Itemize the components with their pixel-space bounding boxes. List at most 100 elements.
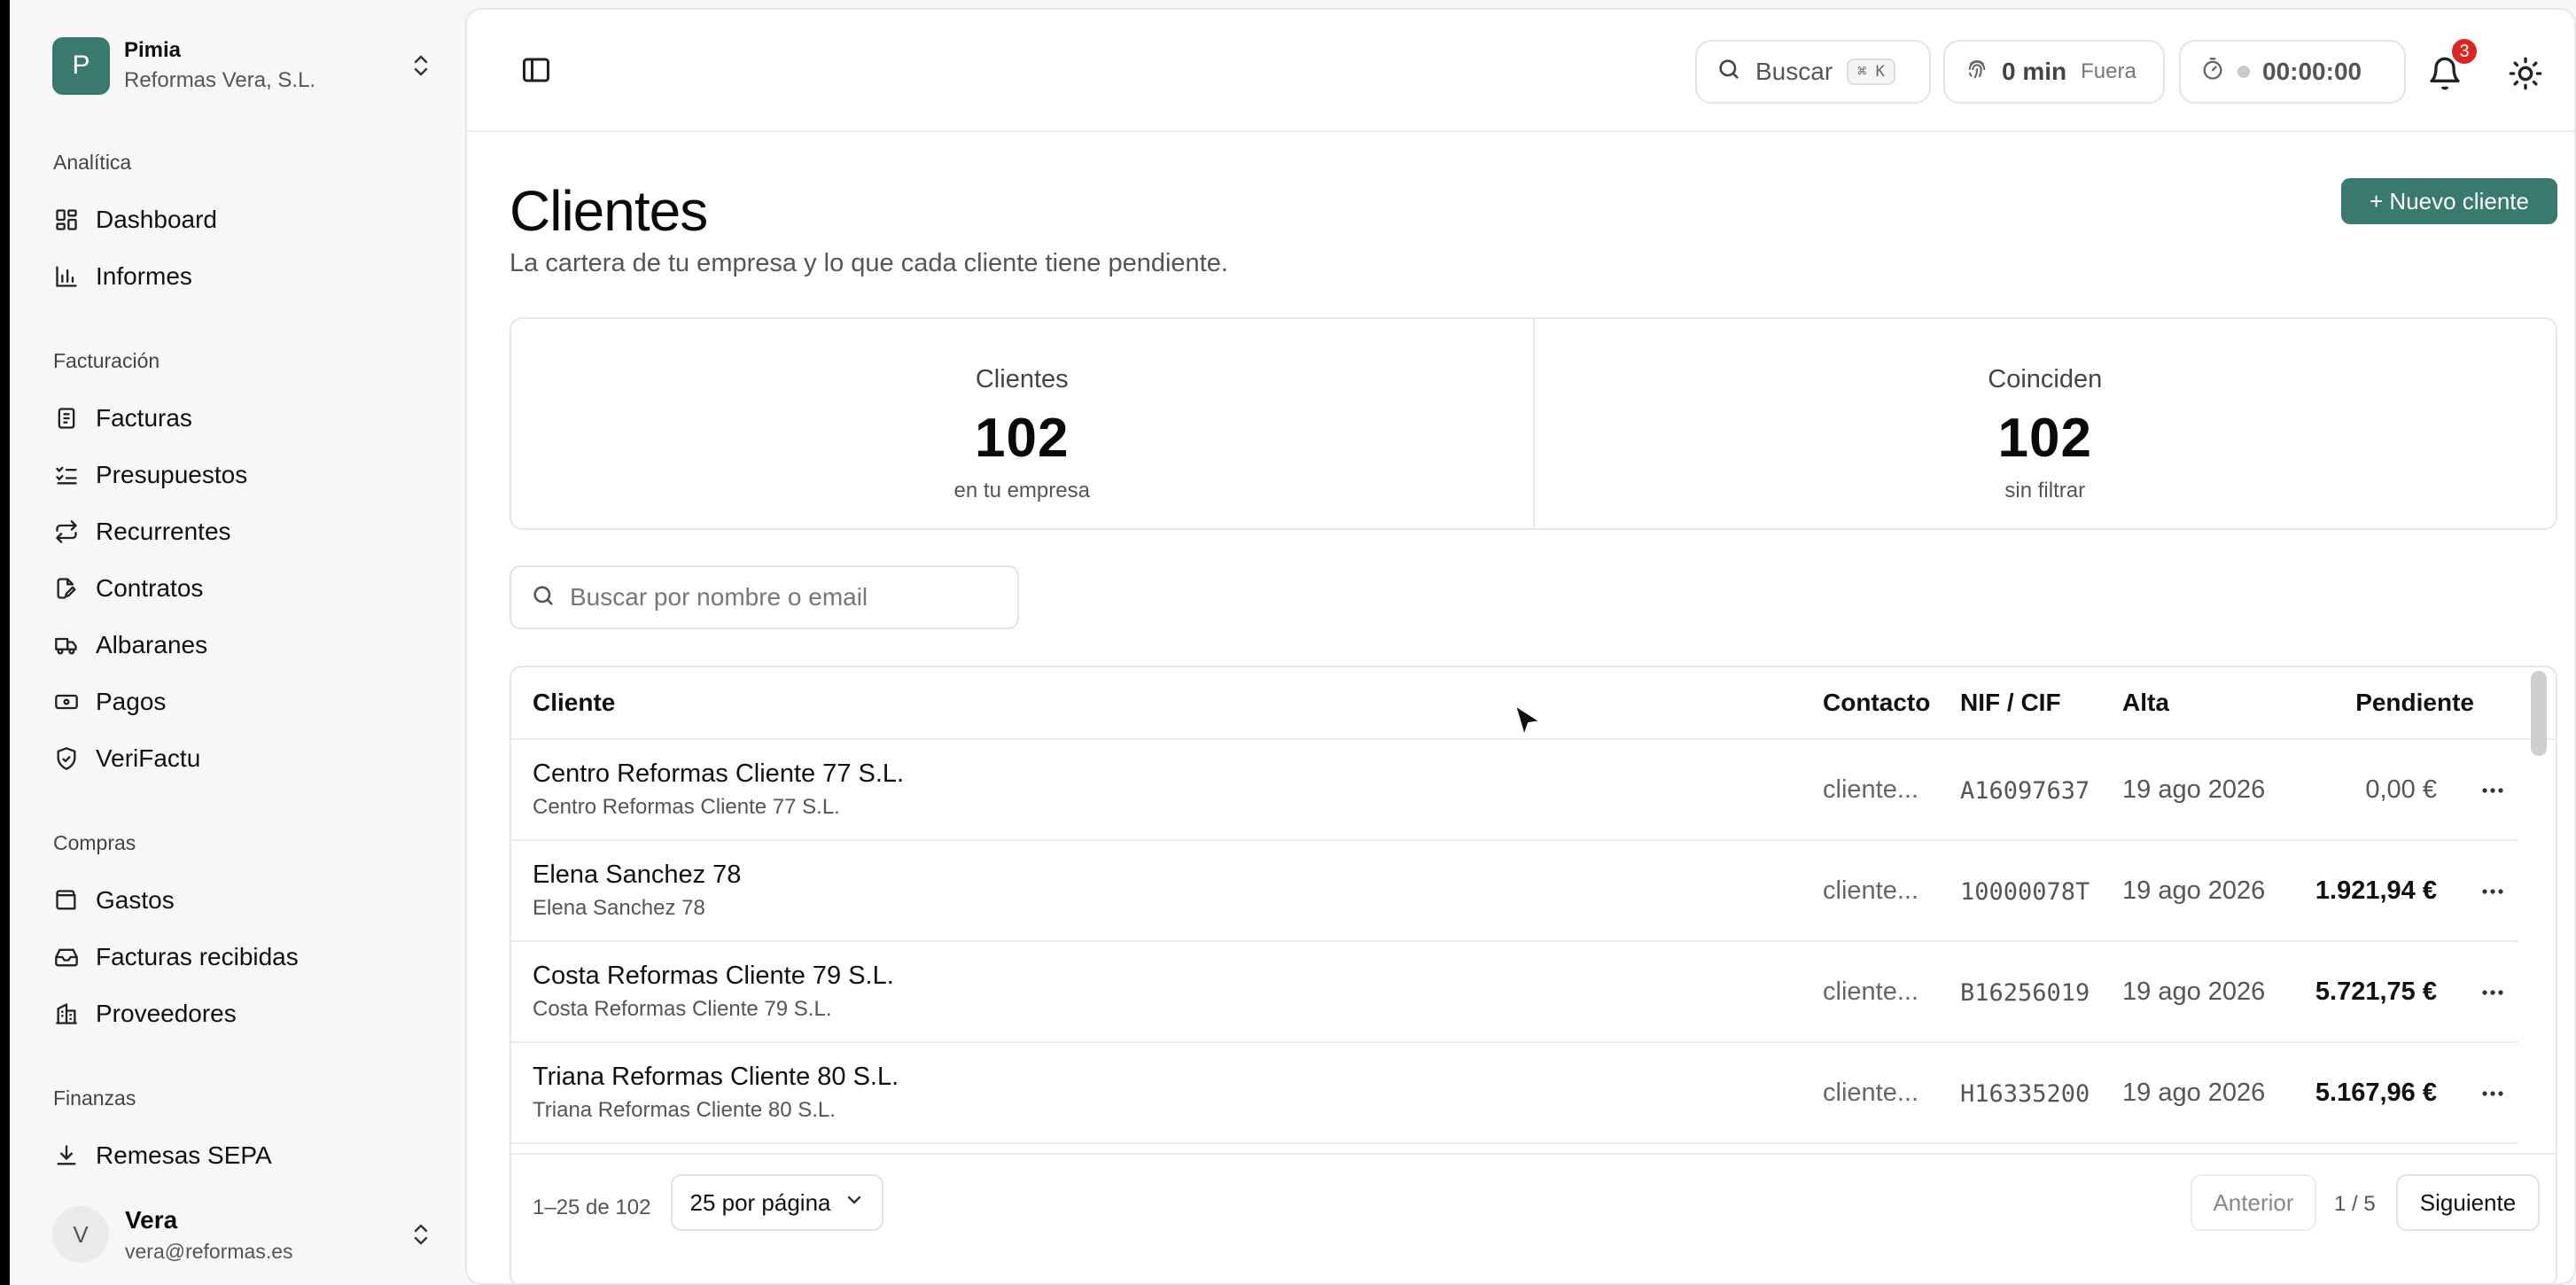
truck-icon xyxy=(53,632,80,658)
org-name: Pimia xyxy=(124,38,182,62)
table-row[interactable]: Costa Reformas Cliente 79 S.L. Costa Ref… xyxy=(511,942,2518,1043)
more-horizontal-icon[interactable] xyxy=(2477,777,2509,804)
bar-chart-icon xyxy=(53,263,80,290)
sidebar-item-remesas-sepa[interactable]: Remesas SEPA xyxy=(53,1134,425,1177)
download-icon xyxy=(53,1142,80,1169)
sidebar-item-label: Proveedores xyxy=(96,1000,237,1027)
chevrons-up-down-icon xyxy=(409,50,433,82)
wallet-icon xyxy=(53,887,80,914)
sidebar-item-pagos[interactable]: Pagos xyxy=(53,681,425,723)
search-icon xyxy=(1716,57,1741,88)
client-name[interactable]: Elena Sanchez 78 xyxy=(533,861,741,890)
table-row[interactable]: Elena Sanchez 78 Elena Sanchez 78 client… xyxy=(511,841,2518,942)
client-contact: cliente... xyxy=(1823,775,1918,804)
sidebar-item-facturas[interactable]: Facturas xyxy=(53,397,425,440)
sidebar-item-label: VeriFactu xyxy=(96,744,201,772)
stat-label: Clientes xyxy=(975,365,1069,393)
stats-card: Clientes 102 en tu empresa Coinciden 102… xyxy=(510,317,2557,530)
client-search[interactable] xyxy=(510,565,1019,629)
user-menu[interactable]: V Vera vera@reformas.es xyxy=(52,1196,433,1273)
search-icon xyxy=(531,583,556,612)
more-horizontal-icon[interactable] xyxy=(2477,979,2509,1006)
client-pending: 5.721,75 € xyxy=(2315,977,2437,1006)
sidebar-item-presupuestos[interactable]: Presupuestos xyxy=(53,454,425,496)
previous-page-button[interactable]: Anterior xyxy=(2191,1174,2316,1231)
sidebar-item-label: Pagos xyxy=(96,688,167,715)
presence-pill[interactable]: 0 min Fuera xyxy=(1943,40,2165,104)
org-switcher[interactable]: P Pimia Reformas Vera, S.L. xyxy=(52,34,433,97)
stat-note: en tu empresa xyxy=(953,479,1090,502)
search-input[interactable] xyxy=(570,583,995,611)
stat-value: 102 xyxy=(1997,408,2092,469)
column-header-pendiente[interactable]: Pendiente xyxy=(2355,689,2474,717)
sidebar-item-gastos[interactable]: Gastos xyxy=(53,879,425,922)
sidebar-item-proveedores[interactable]: Proveedores xyxy=(53,993,425,1035)
client-pending: 0,00 € xyxy=(2365,775,2437,804)
client-legal-name: Triana Reformas Cliente 80 S.L. xyxy=(533,1098,836,1122)
sidebar-item-verifactu[interactable]: VeriFactu xyxy=(53,737,425,780)
presence-status: Fuera xyxy=(2081,59,2136,83)
client-legal-name: Elena Sanchez 78 xyxy=(533,896,705,920)
dashboard-icon xyxy=(53,206,80,233)
client-name[interactable]: Costa Reformas Cliente 79 S.L. xyxy=(533,962,894,991)
sidebar-item-albaranes[interactable]: Albaranes xyxy=(53,624,425,666)
sidebar-item-informes[interactable]: Informes xyxy=(53,255,425,298)
clients-table: Cliente Contacto NIF / CIF Alta Pendient… xyxy=(510,666,2557,1283)
table-row[interactable]: Triana Reformas Cliente 80 S.L. Triana R… xyxy=(511,1043,2518,1144)
search-shortcut: ⌘ K xyxy=(1847,58,1895,85)
client-nif: H16335200 xyxy=(1960,1080,2090,1108)
global-search-label: Buscar xyxy=(1755,58,1833,85)
sidebar-item-facturas-recibidas[interactable]: Facturas recibidas xyxy=(53,936,425,978)
client-name[interactable]: Triana Reformas Cliente 80 S.L. xyxy=(533,1063,899,1092)
sidebar-toggle-icon[interactable] xyxy=(520,54,552,86)
sidebar: P Pimia Reformas Vera, S.L. Analítica Da… xyxy=(10,0,463,1285)
sun-icon[interactable] xyxy=(2508,56,2543,91)
building-icon xyxy=(53,1001,80,1027)
stopwatch-icon xyxy=(2200,57,2225,88)
client-contact: cliente... xyxy=(1823,977,1918,1006)
inbox-icon xyxy=(53,944,80,970)
pagination-range: 1–25 de 102 xyxy=(533,1195,651,1219)
sidebar-item-label: Remesas SEPA xyxy=(96,1141,272,1169)
column-header-contacto[interactable]: Contacto xyxy=(1823,689,1930,717)
org-avatar: P xyxy=(52,36,110,95)
main-panel: Buscar ⌘ K 0 min Fuera 00:00:00 3 Client… xyxy=(465,8,2576,1285)
sidebar-item-label: Facturas recibidas xyxy=(96,943,299,970)
sidebar-item-label: Dashboard xyxy=(96,206,217,233)
shield-check-icon xyxy=(53,745,80,772)
column-header-cliente[interactable]: Cliente xyxy=(533,689,615,717)
client-contact: cliente... xyxy=(1823,876,1918,905)
stat-coinciden: Coinciden 102 sin filtrar xyxy=(1532,319,2557,528)
presence-time: 0 min xyxy=(2002,58,2067,85)
global-search-button[interactable]: Buscar ⌘ K xyxy=(1695,40,1931,104)
nav-section-finanzas: Finanzas xyxy=(53,1086,136,1110)
client-legal-name: Costa Reformas Cliente 79 S.L. xyxy=(533,997,832,1021)
sidebar-item-label: Recurrentes xyxy=(96,518,231,545)
client-pending: 5.167,96 € xyxy=(2315,1079,2437,1107)
table-row[interactable]: Centro Reformas Cliente 77 S.L. Centro R… xyxy=(511,740,2518,841)
next-page-button[interactable]: Siguiente xyxy=(2396,1174,2540,1231)
timer-pill[interactable]: 00:00:00 xyxy=(2179,40,2406,104)
per-page-select[interactable]: 25 por página xyxy=(671,1174,883,1231)
nav-section-compras: Compras xyxy=(53,831,136,854)
sidebar-item-dashboard[interactable]: Dashboard xyxy=(53,199,425,241)
stat-clientes: Clientes 102 en tu empresa xyxy=(511,319,1533,528)
column-header-nif[interactable]: NIF / CIF xyxy=(1960,689,2061,717)
page-title: Clientes xyxy=(510,179,708,243)
sidebar-item-recurrentes[interactable]: Recurrentes xyxy=(53,510,425,553)
client-legal-name: Centro Reformas Cliente 77 S.L. xyxy=(533,795,840,819)
org-info: Pimia Reformas Vera, S.L. xyxy=(124,38,409,93)
sidebar-item-contratos[interactable]: Contratos xyxy=(53,567,425,610)
stat-note: sin filtrar xyxy=(2004,479,2086,502)
client-alta: 19 ago 2026 xyxy=(2122,977,2266,1006)
column-header-alta[interactable]: Alta xyxy=(2122,689,2169,717)
avatar: V xyxy=(52,1206,109,1263)
more-horizontal-icon[interactable] xyxy=(2477,878,2509,905)
table-scrollbar[interactable] xyxy=(2531,671,2547,756)
nav-section-facturacion: Facturación xyxy=(53,349,160,372)
user-email: vera@reformas.es xyxy=(125,1239,293,1263)
new-client-button[interactable]: + Nuevo cliente xyxy=(2341,178,2557,224)
client-name[interactable]: Centro Reformas Cliente 77 S.L. xyxy=(533,759,904,789)
per-page-value: 25 por página xyxy=(689,1188,831,1216)
more-horizontal-icon[interactable] xyxy=(2477,1080,2509,1107)
